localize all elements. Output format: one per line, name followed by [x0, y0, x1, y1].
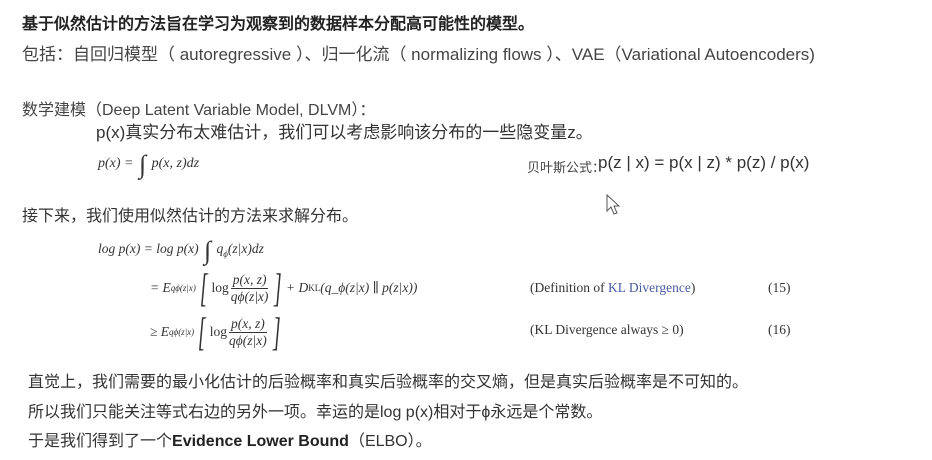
text: （ELBO）。	[348, 433, 432, 450]
mouse-pointer-icon	[606, 194, 621, 215]
elbo-term: Evidence Lower Bound	[172, 433, 349, 450]
dlvm-desc: p(x)真实分布太难估计，我们可以考虑影响该分布的一些隐变量z。	[96, 123, 593, 142]
conclusion-line-2: 所以我们只能关注等式右边的另外一项。幸运的是log p(x)相对于ϕ永远是个常数…	[28, 404, 603, 421]
integral-symbol: ∫	[203, 236, 212, 265]
equation-15: = Eqϕ(z|x) [ log p(x, z) qϕ(z|x) ] + D KL(…	[150, 268, 417, 308]
equation-number-16: (16)	[768, 322, 791, 337]
eq-text: (q_ϕ(z|x) ∥ p(z|x))	[320, 280, 418, 295]
denominator: qϕ(z|x)	[229, 332, 267, 348]
bracket: [	[199, 265, 208, 310]
marginal-equation: p(x) = ∫ p(x, z)dz	[98, 150, 199, 180]
eq-text: + D	[286, 280, 309, 295]
numerator: p(x, z)	[229, 315, 267, 333]
method-title: 接下来，我们使用似然估计的方法来求解分布。	[22, 208, 359, 225]
eq-text: (z|x)dz	[227, 241, 264, 256]
equation-number-15: (15)	[768, 280, 791, 295]
note-text: (Definition of	[530, 280, 608, 295]
eq-text: log	[211, 280, 229, 295]
eq-lhs: p(x) =	[98, 156, 134, 171]
eq-sub: qϕ(z|x)	[170, 283, 196, 293]
conclusion-line-3: 于是我们得到了一个Evidence Lower Bound（ELBO）。	[28, 427, 432, 451]
equation-16: ≥ Eqϕ(z|x) [ log p(x, z) qϕ(z|x) ]	[150, 312, 284, 352]
bayes-formula: p(z | x) = p(x | z) * p(z) / p(x)	[598, 153, 810, 172]
eq-sub: qϕ(z|x)	[169, 327, 195, 337]
includes-line: 包括：自回归模型（ autoregressive ）、归一化流（ normali…	[22, 45, 815, 64]
eq-text: log	[209, 324, 227, 339]
denominator: qϕ(z|x)	[230, 288, 269, 304]
text: 于是我们得到了一个	[28, 433, 173, 450]
fraction: p(x, z) qϕ(z|x)	[230, 271, 269, 305]
integral-symbol: ∫	[139, 150, 147, 179]
bracket: ]	[272, 309, 281, 354]
bracket: ]	[274, 265, 283, 310]
elbo-equation-line1: log p(x) = log p(x) ∫ qϕ(z|x)dz	[98, 236, 264, 265]
kl-divergence-link[interactable]: KL Divergence	[608, 280, 691, 295]
conclusion-line-1: 直觉上，我们需要的最小化估计的后验概率和真实后验概率的交叉熵，但是真实后验概率是…	[28, 374, 749, 391]
note-16: (KL Divergence always ≥ 0)	[530, 322, 684, 337]
dlvm-title: 数学建模（Deep Latent Variable Model, DLVM）：	[22, 102, 376, 119]
eq-text: = E	[150, 280, 171, 295]
eq-sub: KL	[308, 283, 321, 293]
numerator: p(x, z)	[230, 271, 269, 289]
note-15: (Definition of KL Divergence)	[530, 280, 695, 296]
eq-rhs: p(x, z)dz	[151, 156, 200, 171]
headline: 基于似然估计的方法旨在学习为观察到的数据样本分配高可能性的模型。	[22, 16, 535, 33]
fraction: p(x, z) qϕ(z|x)	[229, 316, 267, 349]
bayes-label: 贝叶斯公式：	[527, 160, 606, 175]
eq-text: ≥ E	[150, 324, 170, 339]
bracket: [	[198, 309, 206, 354]
note-text: )	[690, 280, 696, 295]
eq-text: log p(x) = log p(x)	[98, 241, 199, 256]
